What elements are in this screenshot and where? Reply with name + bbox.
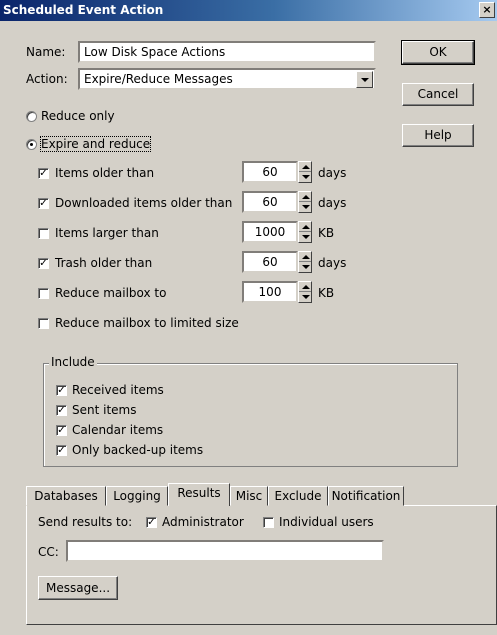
trash-older-value[interactable]: 60 [242, 251, 298, 273]
check-icon: ✓ [39, 258, 48, 269]
downloaded-older-unit: days [318, 196, 347, 210]
radio-expire-and-reduce[interactable] [26, 139, 37, 150]
cancel-label: Cancel [417, 87, 459, 101]
backed-up-items-label: Only backed-up items [72, 443, 204, 457]
sent-items-checkbox[interactable]: ✓ [56, 405, 67, 416]
action-select[interactable]: Expire/Reduce Messages [78, 68, 376, 90]
administrator-label: Administrator [162, 515, 244, 529]
administrator-checkbox[interactable]: ✓ [146, 517, 157, 528]
items-larger-value[interactable]: 1000 [242, 221, 298, 243]
tab-databases[interactable]: Databases [26, 486, 106, 506]
name-label: Name: [26, 45, 66, 59]
title-bar: Scheduled Event Action × [0, 0, 497, 21]
spin-arrows-icon[interactable] [298, 221, 312, 243]
spin-arrows-icon[interactable] [298, 191, 312, 213]
send-results-label: Send results to: [38, 515, 133, 529]
cancel-button[interactable]: Cancel [402, 83, 474, 106]
check-icon: ✓ [57, 445, 66, 456]
items-older-label: Items older than [55, 166, 155, 180]
calendar-items-checkbox[interactable]: ✓ [56, 425, 67, 436]
tab-results[interactable]: Results [168, 483, 230, 506]
tab-notification-label: Notification [331, 489, 401, 503]
spin-arrows-icon[interactable] [298, 161, 312, 183]
backed-up-items-checkbox[interactable]: ✓ [56, 445, 67, 456]
items-older-checkbox[interactable]: ✓ [38, 168, 49, 179]
tab-databases-label: Databases [34, 489, 98, 503]
tab-misc[interactable]: Misc [230, 486, 268, 506]
sent-items-label: Sent items [72, 403, 137, 417]
items-larger-unit: KB [318, 226, 335, 240]
radio-reduce-only-label[interactable]: Reduce only [41, 109, 115, 123]
radio-reduce-only[interactable] [26, 111, 37, 122]
check-icon: ✓ [39, 198, 48, 209]
tab-notification[interactable]: Notification [328, 486, 404, 506]
trash-older-checkbox[interactable]: ✓ [38, 258, 49, 269]
downloaded-older-checkbox[interactable]: ✓ [38, 198, 49, 209]
downloaded-older-label: Downloaded items older than [55, 196, 233, 210]
check-icon: ✓ [57, 425, 66, 436]
reduce-limited-label: Reduce mailbox to limited size [55, 316, 239, 330]
action-value: Expire/Reduce Messages [84, 72, 233, 86]
check-icon: ✓ [39, 168, 48, 179]
tab-logging-label: Logging [113, 489, 161, 503]
name-value: Low Disk Space Actions [84, 45, 226, 59]
reduce-mailbox-unit: KB [318, 286, 335, 300]
received-items-checkbox[interactable]: ✓ [56, 385, 67, 396]
cc-field[interactable] [66, 540, 384, 562]
window-title: Scheduled Event Action [3, 3, 164, 17]
trash-older-unit: days [318, 256, 347, 270]
radio-expire-and-reduce-label[interactable]: Expire and reduce [39, 136, 152, 152]
spin-arrows-icon[interactable] [298, 251, 312, 273]
check-icon: ✓ [57, 405, 66, 416]
individual-users-checkbox[interactable] [263, 517, 274, 528]
spin-arrows-icon[interactable] [298, 281, 312, 303]
include-group-title: Include [49, 355, 97, 369]
received-items-label: Received items [72, 383, 164, 397]
reduce-mailbox-label: Reduce mailbox to [55, 286, 167, 300]
name-field[interactable]: Low Disk Space Actions [78, 41, 376, 63]
tab-exclude[interactable]: Exclude [268, 486, 328, 506]
close-icon[interactable]: × [479, 2, 495, 18]
items-older-value[interactable]: 60 [242, 161, 298, 183]
help-button[interactable]: Help [402, 124, 474, 147]
tab-misc-label: Misc [235, 489, 263, 503]
check-icon: ✓ [147, 517, 156, 528]
message-label: Message... [45, 581, 111, 595]
tab-results-label: Results [177, 486, 221, 500]
reduce-mailbox-checkbox[interactable] [38, 288, 49, 299]
chevron-down-icon[interactable] [356, 71, 373, 88]
ok-button[interactable]: OK [401, 40, 475, 65]
tab-exclude-label: Exclude [274, 489, 322, 503]
cc-label: CC: [38, 545, 59, 559]
items-larger-label: Items larger than [55, 226, 159, 240]
individual-users-label: Individual users [279, 515, 374, 529]
message-button[interactable]: Message... [38, 576, 118, 600]
reduce-limited-checkbox[interactable] [38, 318, 49, 329]
action-label: Action: [26, 72, 68, 86]
help-label: Help [424, 128, 452, 142]
items-larger-checkbox[interactable] [38, 228, 49, 239]
downloaded-older-value[interactable]: 60 [242, 191, 298, 213]
radio-selected-dot [30, 143, 33, 146]
ok-label: OK [429, 45, 447, 59]
reduce-mailbox-value[interactable]: 100 [242, 281, 298, 303]
tab-logging[interactable]: Logging [106, 486, 168, 506]
calendar-items-label: Calendar items [72, 423, 164, 437]
trash-older-label: Trash older than [55, 256, 153, 270]
items-older-unit: days [318, 166, 347, 180]
check-icon: ✓ [57, 385, 66, 396]
